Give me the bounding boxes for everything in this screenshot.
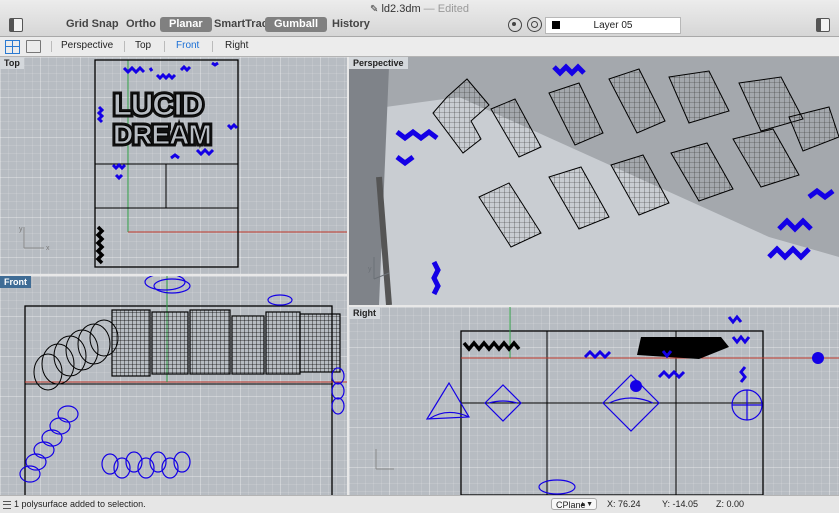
document-edited-status: Edited	[437, 3, 469, 15]
viewport-left-horizontal-divider[interactable]	[0, 274, 347, 276]
right-view-canvas	[375, 307, 839, 495]
tab-separator	[124, 41, 125, 52]
single-viewport-layout-icon[interactable]	[26, 40, 41, 53]
viewport-right-horizontal-divider[interactable]	[349, 305, 839, 307]
updown-chevron-icon: ▲▼	[579, 501, 593, 508]
lucid-text: LUCID	[113, 87, 203, 122]
coord-y: Y: -14.05	[662, 499, 699, 509]
perspective-view-canvas: y	[349, 63, 839, 305]
viewport-front-label[interactable]: Front	[0, 276, 31, 288]
osnap-icon[interactable]	[508, 18, 522, 32]
toggle-ortho[interactable]: Ortho	[117, 17, 165, 32]
top-axis-x-label: x	[46, 245, 50, 252]
status-message: 1 polysurface added to selection.	[14, 499, 146, 509]
tab-separator	[51, 41, 52, 52]
viewport-top-label[interactable]: Top	[0, 57, 24, 69]
toggle-gumball[interactable]: Gumball	[265, 17, 328, 32]
viewport-vertical-divider[interactable]	[347, 57, 349, 495]
layer-name: Layer 05	[593, 20, 633, 31]
toggle-planar[interactable]: Planar	[160, 17, 212, 32]
current-layer-selector[interactable]: Layer 05	[545, 17, 681, 34]
viewport-front[interactable]: Front	[0, 276, 347, 495]
tab-perspective[interactable]: Perspective	[61, 40, 113, 51]
tab-separator	[164, 41, 165, 52]
viewport-top[interactable]: Top LUCID LUCID DREAM DREAM y x	[0, 57, 347, 274]
tab-separator	[212, 41, 213, 52]
tab-right[interactable]: Right	[225, 40, 248, 51]
window-title: ✎ ld2.3dm — Edited	[0, 3, 839, 15]
front-view-canvas	[19, 276, 347, 495]
coordinate-system-select[interactable]: CPlane ▲▼	[551, 498, 597, 510]
target-icon[interactable]	[527, 17, 542, 32]
top-view-canvas: LUCID LUCID DREAM DREAM y x	[19, 59, 347, 268]
coord-x: X: 76.24	[607, 499, 641, 509]
document-filename: ld2.3dm	[381, 3, 421, 15]
viewport-tab-bar: Perspective Top Front Right	[0, 37, 839, 57]
viewport-perspective-label[interactable]: Perspective	[349, 57, 408, 69]
four-viewport-layout-icon[interactable]	[5, 40, 20, 54]
tab-top[interactable]: Top	[135, 40, 151, 51]
viewport-perspective[interactable]: Perspective y	[349, 57, 839, 305]
dream-text: DREAM	[113, 119, 211, 150]
right-sidebar-toggle-icon[interactable]	[816, 18, 830, 32]
coord-z: Z: 0.00	[716, 499, 745, 509]
perspective-axis-y-label: y	[368, 266, 372, 273]
viewport-right-label[interactable]: Right	[349, 307, 380, 319]
status-bar: 1 polysurface added to selection. CPlane…	[0, 495, 839, 513]
document-separator: —	[420, 3, 438, 15]
window-titlebar: ✎ ld2.3dm — Edited Grid Snap Ortho Planar S…	[0, 0, 839, 37]
tab-front[interactable]: Front	[176, 40, 199, 51]
viewport-right[interactable]: Right	[349, 307, 839, 495]
toggle-history[interactable]: History	[323, 17, 379, 32]
command-history-icon[interactable]	[3, 501, 11, 509]
document-icon: ✎	[370, 4, 379, 15]
top-axis-y-label: y	[19, 226, 23, 233]
left-sidebar-toggle-icon[interactable]	[9, 18, 23, 32]
